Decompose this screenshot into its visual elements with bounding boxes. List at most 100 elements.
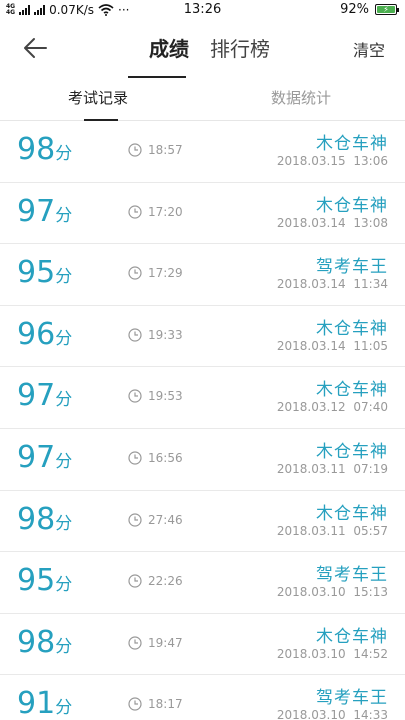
score-unit: 分 — [55, 328, 73, 349]
battery-percent: 92% — [340, 2, 369, 17]
duration-value: 19:33 — [148, 327, 183, 342]
score-value: 97 — [17, 378, 56, 414]
score: 97分 — [17, 194, 72, 230]
clock-icon — [128, 574, 142, 588]
player-name: 驾考车王 — [316, 565, 388, 586]
clock-icon — [128, 697, 142, 711]
tab-statistics[interactable]: 数据统计 — [271, 87, 331, 108]
score-unit: 分 — [55, 636, 73, 657]
sub-tabs: 考试记录 数据统计 — [0, 77, 405, 121]
record-date: 2018.03.14 11:05 — [276, 338, 388, 353]
score: 91分 — [17, 686, 72, 720]
list-item[interactable]: 97分 19:53 木仓车神 2018.03.12 07:40 — [0, 367, 405, 429]
list-item[interactable]: 97分 16:56 木仓车神 2018.03.11 07:19 — [0, 429, 405, 491]
score-value: 95 — [17, 255, 56, 291]
duration: 17:29 — [128, 266, 183, 280]
list-item[interactable]: 95分 22:26 驾考车王 2018.03.10 15:13 — [0, 552, 405, 614]
list-item[interactable]: 98分 18:57 木仓车神 2018.03.15 13:06 — [0, 121, 405, 183]
clock-icon — [128, 512, 142, 527]
score: 98分 — [17, 502, 72, 538]
duration-value: 19:47 — [148, 635, 183, 650]
main-tabs: 成绩 排行榜 — [128, 33, 270, 78]
record-date: 2018.03.15 13:06 — [276, 154, 388, 168]
score-value: 97 — [17, 193, 56, 229]
score-value: 97 — [17, 439, 56, 475]
duration: 19:33 — [128, 328, 183, 342]
duration-value: 18:57 — [148, 143, 183, 157]
score: 97分 — [17, 378, 72, 414]
score-value: 98 — [17, 132, 56, 167]
back-arrow-icon[interactable] — [22, 36, 48, 60]
duration-value: 17:20 — [148, 204, 183, 219]
score-unit: 分 — [55, 267, 73, 288]
score-value: 91 — [17, 686, 56, 720]
clock-icon — [128, 143, 142, 157]
record-date: 2018.03.10 14:52 — [276, 646, 388, 661]
duration: 18:17 — [128, 697, 183, 711]
score-unit: 分 — [55, 144, 73, 164]
score: 98分 — [17, 625, 72, 661]
clock-icon — [128, 451, 142, 465]
score: 98分 — [17, 132, 72, 168]
clock-icon — [128, 328, 142, 342]
score-unit: 分 — [55, 451, 73, 472]
duration-value: 17:29 — [148, 266, 183, 281]
duration: 17:20 — [128, 205, 183, 219]
tab-scores[interactable]: 成绩 — [128, 33, 210, 78]
score: 96分 — [17, 317, 72, 353]
list-item[interactable]: 98分 19:47 木仓车神 2018.03.10 14:52 — [0, 614, 405, 676]
score-unit: 分 — [55, 390, 73, 411]
clock-icon — [128, 389, 142, 403]
duration: 27:46 — [128, 513, 183, 527]
charging-bolt-icon: ⚡ — [377, 5, 395, 13]
score-value: 96 — [17, 316, 56, 352]
duration-value: 27:46 — [148, 512, 183, 527]
player-name: 驾考车王 — [316, 257, 388, 278]
duration: 19:53 — [128, 389, 183, 403]
clock-icon — [128, 204, 142, 219]
score-value: 95 — [17, 563, 56, 599]
score: 95分 — [17, 563, 72, 599]
player-name: 木仓车神 — [316, 441, 388, 462]
record-date: 2018.03.10 14:33 — [276, 708, 388, 720]
player-name: 驾考车王 — [316, 688, 388, 709]
player-name: 木仓车神 — [316, 503, 388, 524]
record-date: 2018.03.11 07:19 — [276, 461, 388, 476]
list-item[interactable]: 91分 18:17 驾考车王 2018.03.10 14:33 — [0, 675, 405, 720]
clock-icon — [128, 266, 142, 280]
tab-ranking[interactable]: 排行榜 — [210, 33, 270, 62]
records-list: 98分 18:57 木仓车神 2018.03.15 13:06 97分 17:2… — [0, 121, 405, 720]
battery-icon: ⚡ — [375, 4, 399, 15]
list-item[interactable]: 98分 27:46 木仓车神 2018.03.11 05:57 — [0, 491, 405, 553]
list-item[interactable]: 96分 19:33 木仓车神 2018.03.14 11:05 — [0, 306, 405, 368]
duration: 19:47 — [128, 636, 183, 650]
score-unit: 分 — [55, 698, 73, 719]
player-name: 木仓车神 — [316, 626, 388, 647]
player-name: 木仓车神 — [316, 195, 388, 216]
record-date: 2018.03.11 05:57 — [276, 523, 388, 538]
duration: 22:26 — [128, 574, 183, 588]
duration-value: 22:26 — [148, 574, 183, 589]
record-date: 2018.03.14 13:08 — [276, 215, 388, 230]
record-date: 2018.03.10 15:13 — [276, 585, 388, 600]
score-unit: 分 — [55, 575, 73, 596]
score-value: 98 — [17, 501, 56, 537]
list-item[interactable]: 95分 17:29 驾考车王 2018.03.14 11:34 — [0, 244, 405, 306]
player-name: 木仓车神 — [316, 134, 388, 154]
player-name: 木仓车神 — [316, 318, 388, 339]
score-unit: 分 — [55, 513, 73, 534]
status-bar: 4G 4G 0.07K/s ··· 13:26 92% ⚡ — [0, 0, 405, 20]
duration: 18:57 — [128, 143, 183, 157]
clear-button[interactable]: 清空 — [353, 37, 385, 61]
duration-value: 16:56 — [148, 450, 183, 465]
record-date: 2018.03.14 11:34 — [276, 277, 388, 292]
list-item[interactable]: 97分 17:20 木仓车神 2018.03.14 13:08 — [0, 183, 405, 245]
app-bar: 成绩 排行榜 清空 — [0, 20, 405, 78]
duration-value: 18:17 — [148, 697, 183, 712]
status-right: 92% ⚡ — [340, 2, 399, 17]
duration-value: 19:53 — [148, 389, 183, 404]
tab-exam-records[interactable]: 考试记录 — [68, 87, 128, 121]
score-value: 98 — [17, 624, 56, 660]
clock-icon — [128, 636, 142, 650]
score-unit: 分 — [55, 205, 73, 226]
